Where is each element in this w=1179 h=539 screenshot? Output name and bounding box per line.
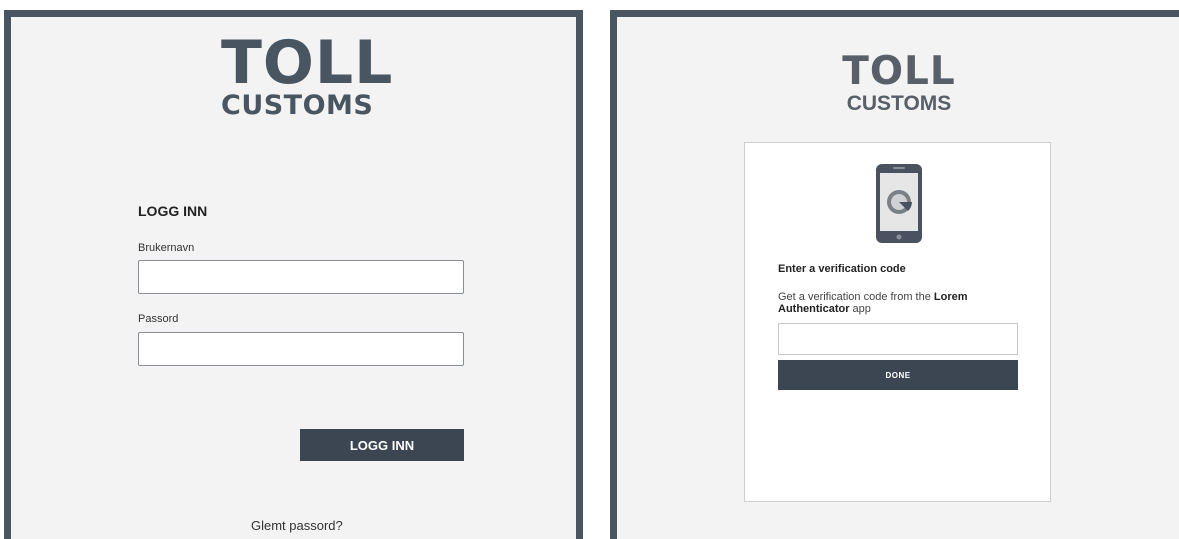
login-heading: LOGG INN — [138, 203, 208, 219]
verification-card: Enter a verification code Get a verifica… — [744, 142, 1051, 502]
brand-logo-sub: CUSTOMS — [846, 92, 952, 115]
verification-title: Enter a verification code — [778, 263, 906, 275]
verification-code-input[interactable] — [778, 323, 1018, 355]
brand-logo-name: TOLL — [842, 49, 956, 94]
verification-description: Get a verification code from the Lorem A… — [778, 291, 1028, 315]
login-panel: TOLL CUSTOMS LOGG INN Brukernavn Passord… — [4, 10, 583, 539]
phone-icon — [876, 164, 922, 243]
brand-logo: TOLL CUSTOMS — [834, 51, 964, 115]
password-input[interactable] — [138, 332, 464, 366]
done-button[interactable]: DONE — [778, 360, 1018, 390]
brand-logo-sub: CUSTOMS — [221, 90, 374, 121]
screenshot-stage: TOLL CUSTOMS LOGG INN Brukernavn Passord… — [0, 0, 1179, 539]
brand-logo-name: TOLL — [221, 28, 394, 98]
login-button[interactable]: LOGG INN — [300, 429, 464, 461]
password-label: Passord — [138, 313, 179, 325]
username-input[interactable] — [138, 260, 464, 294]
verification-description-prefix: Get a verification code from the — [778, 291, 934, 303]
verification-description-suffix: app — [849, 303, 871, 315]
verification-panel: TOLL CUSTOMS Enter a verification code G… — [610, 10, 1179, 539]
brand-logo: TOLL CUSTOMS — [221, 28, 394, 121]
username-label: Brukernavn — [138, 242, 195, 254]
forgot-password-link[interactable]: Glemt passord? — [251, 518, 343, 533]
